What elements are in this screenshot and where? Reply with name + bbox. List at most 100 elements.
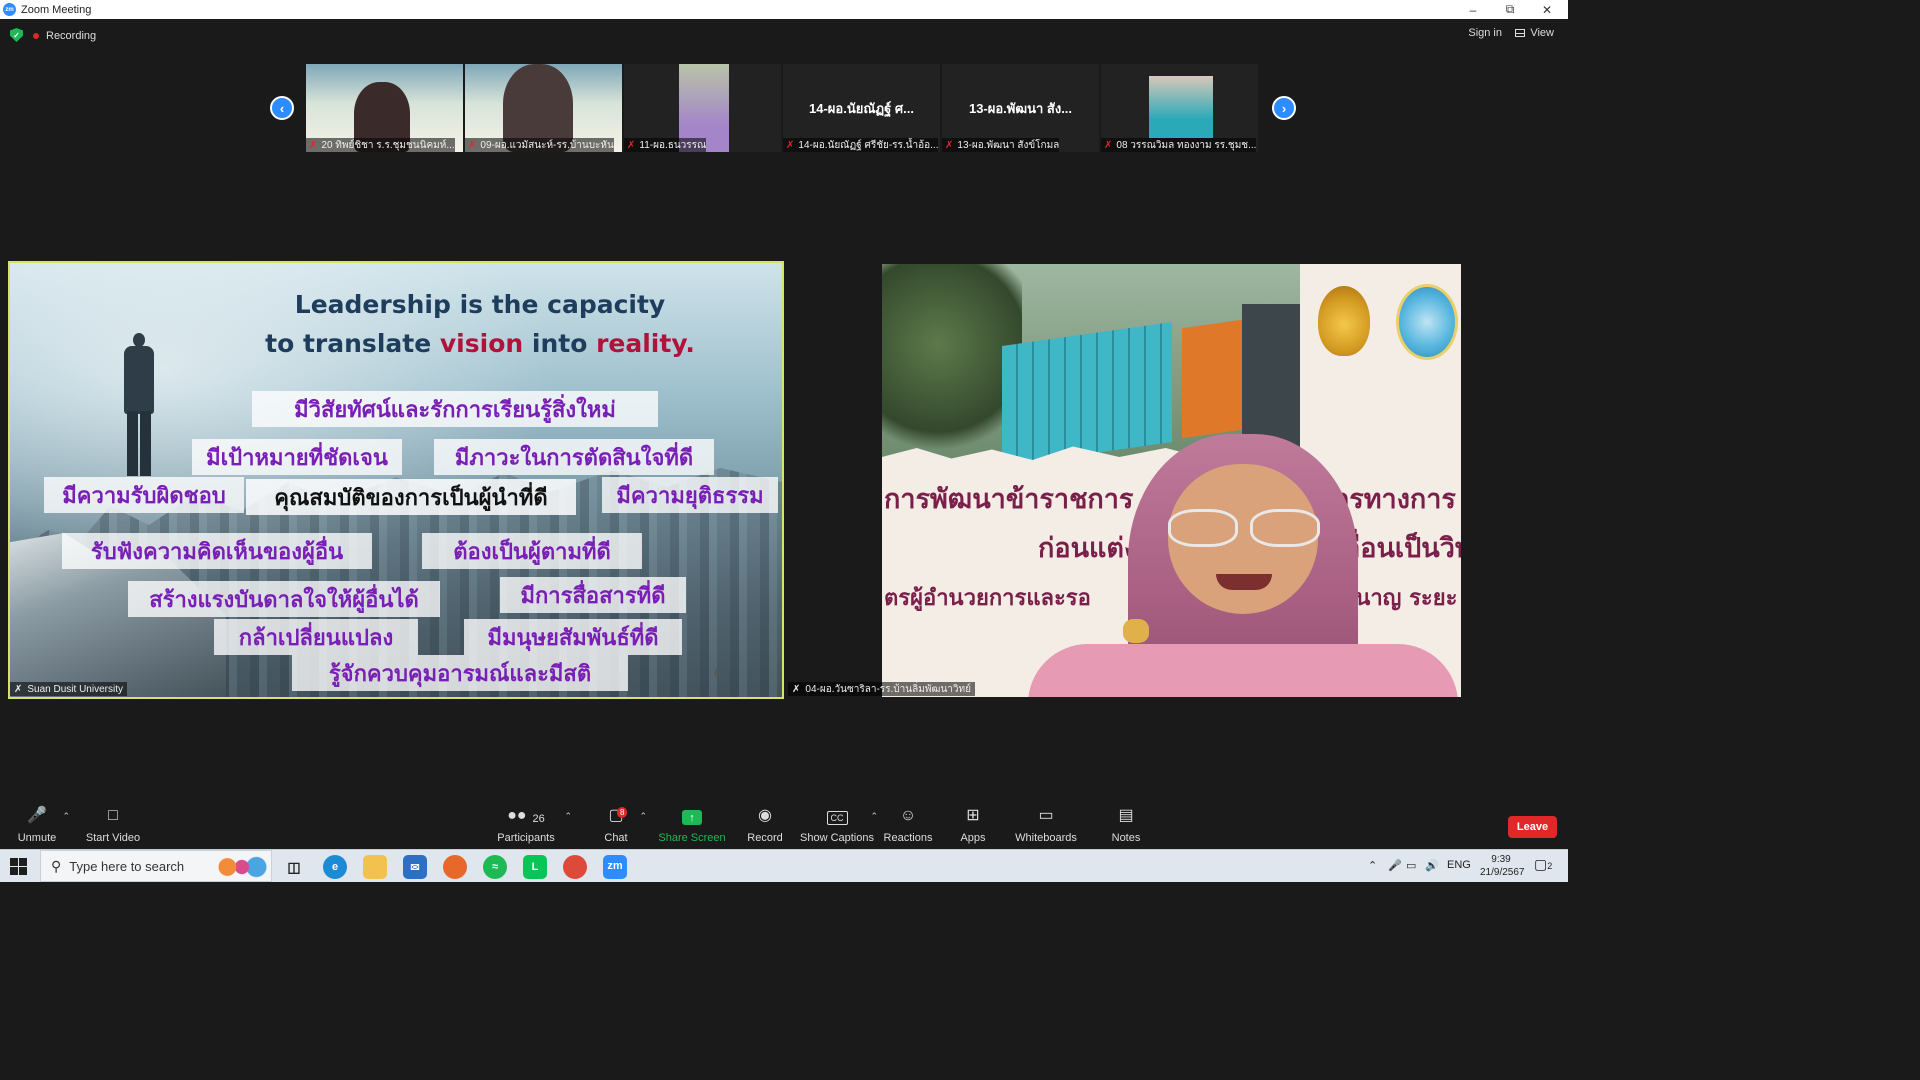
taskbar-clock[interactable]: 9:39 21/9/2567 — [1480, 853, 1525, 879]
record-button[interactable]: ◉ Record — [747, 801, 782, 849]
view-label: View — [1530, 27, 1554, 39]
share-screen-icon: ↑ — [682, 801, 702, 827]
notes-button[interactable]: ▤ Notes — [1111, 801, 1141, 849]
tray-chevron-icon[interactable]: ⌃ — [1368, 859, 1377, 872]
muted-mic-icon: ✗ — [792, 683, 801, 695]
windows-start-icon[interactable] — [10, 858, 27, 875]
sign-in-link[interactable]: Sign in — [1468, 27, 1502, 39]
trait-chip: มีเป้าหมายที่ชัดเจน — [192, 439, 402, 475]
view-button[interactable]: View — [1515, 27, 1554, 39]
chevron-up-icon[interactable]: ⌃ — [62, 811, 70, 822]
reactions-button[interactable]: ☺ Reactions — [884, 801, 933, 849]
meeting-topbar: ✓ Recording Sign in View — [0, 19, 1568, 52]
trait-chip: มีวิสัยทัศน์และรักการเรียนรู้สิ่งใหม่ — [252, 391, 658, 427]
restore-button[interactable]: ⧉ — [1492, 0, 1528, 19]
whiteboard-icon: ▭ — [1038, 807, 1054, 824]
windows-taskbar: ⚲ Type here to search ◫ e ✉ ≈ L zm ⌃ 🎤 ▭… — [0, 849, 1568, 882]
task-view-icon[interactable]: ◫ — [282, 855, 306, 879]
trait-chip: ต้องเป็นผู้ตามที่ดี — [422, 533, 642, 569]
microphone-tray-icon[interactable]: 🎤 — [1388, 859, 1402, 872]
participant-thumbnail[interactable]: ✗ 20 ทิพย์ชิชา ร.ร.ชุมชนนิคมห์... — [306, 64, 463, 152]
next-page-arrow-icon[interactable]: › — [1272, 96, 1296, 120]
clock-time: 9:39 — [1491, 854, 1511, 865]
line-app-icon[interactable]: L — [523, 855, 547, 879]
previous-page-arrow-icon[interactable]: ‹ — [270, 96, 294, 120]
school-emblem-icon — [1318, 286, 1370, 356]
muted-mic-icon: ✗ — [1104, 139, 1113, 151]
participants-button[interactable]: ●● 26 Participants ⌃ — [497, 801, 572, 849]
whiteboards-button[interactable]: ▭ Whiteboards — [1015, 801, 1077, 849]
unmute-button[interactable]: 🎤 Unmute ⌃ — [18, 801, 70, 849]
start-video-button[interactable]: □ Start Video — [86, 801, 140, 849]
muted-mic-icon: ✗ — [786, 139, 795, 151]
muted-mic-icon: 🎤 — [27, 807, 47, 824]
chevron-up-icon[interactable]: ⌃ — [870, 811, 878, 822]
view-grid-icon — [1515, 29, 1526, 37]
participant-display-name: 14-ผอ.นัยณัฏฐ์ ศ... — [809, 101, 914, 116]
recording-indicator[interactable]: Recording — [33, 27, 96, 44]
window-title: Zoom Meeting — [21, 3, 92, 16]
participant-name-tag: ✗ 13-ผอ.พัฒนา สังข์โกมล — [942, 138, 1060, 152]
muted-mic-icon: ✗ — [309, 139, 318, 151]
shared-slide-tile[interactable]: Leadership is the capacity to translate … — [8, 261, 784, 699]
muted-mic-icon: ✗ — [14, 683, 23, 695]
chevron-up-icon[interactable]: ⌃ — [639, 811, 647, 822]
chrome-icon[interactable] — [563, 855, 587, 879]
language-indicator[interactable]: ENG — [1447, 859, 1471, 871]
speaker-person-video — [1028, 434, 1458, 697]
speaker-video-tile[interactable]: การพัฒนาข้าราชการ บุคลากรทางการ ก่อนแต่ง… — [882, 264, 1461, 697]
apps-button[interactable]: ⊞ Apps — [960, 801, 986, 849]
notification-center-icon[interactable]: ▢2 — [1534, 856, 1552, 873]
participant-display-name: 13-ผอ.พัฒนา สัง... — [968, 101, 1073, 116]
participant-name-tag: ✗ 11-ผอ.ธนวรรณ — [624, 138, 707, 152]
volume-icon[interactable]: 🔊 — [1425, 859, 1439, 872]
search-highlight-doodle-icon[interactable] — [210, 855, 268, 879]
mail-icon[interactable]: ✉ — [403, 855, 427, 879]
notes-icon: ▤ — [1118, 807, 1134, 824]
edge-browser-icon[interactable]: e — [323, 855, 347, 879]
participant-name-tag: ✗ 09-ผอ.แวมัสนะห์-รร.บ้านบะหัน — [465, 138, 614, 152]
chevron-up-icon[interactable]: ⌃ — [564, 811, 572, 822]
taskbar-search-box[interactable]: ⚲ Type here to search — [40, 850, 272, 882]
window-titlebar: zm Zoom Meeting – ⧉ ✕ — [0, 0, 1568, 19]
network-icon[interactable]: ▭ — [1406, 859, 1416, 872]
participant-thumbnail[interactable]: 14-ผอ.นัยณัฏฐ์ ศ... ✗ 14-ผอ.นัยณัฏฐ์ ศรีช… — [783, 64, 940, 152]
trait-chip: รู้จักควบคุมอารมณ์และมีสติ — [292, 655, 628, 691]
spotify-icon[interactable]: ≈ — [483, 855, 507, 879]
search-icon: ⚲ — [51, 857, 62, 874]
leave-button[interactable]: Leave — [1508, 816, 1557, 838]
share-screen-button[interactable]: ↑ Share Screen — [658, 801, 726, 849]
speaker-name-label: ✗ 04-ผอ.วันซาริลา-รร.บ้านลิ่มพัฒนาวิทย์ — [788, 682, 975, 696]
slide-headline: Leadership is the capacity to translate … — [265, 290, 695, 358]
security-shield-icon[interactable]: ✓ — [10, 28, 23, 42]
zoom-taskbar-icon[interactable]: zm — [603, 855, 627, 879]
file-explorer-icon[interactable] — [363, 855, 387, 879]
trait-chip: มีความรับผิดชอบ — [44, 477, 244, 513]
participant-thumbnail[interactable]: ✗ 08 วรรณวิมล ทองงาม รร.ชุมช... — [1101, 64, 1258, 152]
participant-name-tag: ✗ 20 ทิพย์ชิชา ร.ร.ชุมชนนิคมห์... — [306, 138, 455, 152]
trait-chip: มีมนุษยสัมพันธ์ที่ดี — [464, 619, 682, 655]
close-button[interactable]: ✕ — [1529, 0, 1565, 19]
chat-button[interactable]: ▢ 8 Chat ⌃ — [603, 801, 647, 849]
participant-thumbnail-strip: ✗ 20 ทิพย์ชิชา ร.ร.ชุมชนนิคมห์... ✗ 09-ผอ.… — [306, 64, 1260, 152]
trait-chip: รับฟังความคิดเห็นของผู้อื่น — [62, 533, 372, 569]
participant-thumbnail[interactable]: 13-ผอ.พัฒนา สัง... ✗ 13-ผอ.พัฒนา สังข์โกม… — [942, 64, 1099, 152]
participant-thumbnail[interactable]: ✗ 11-ผอ.ธนวรรณ — [624, 64, 781, 152]
trait-chip: มีภาวะในการตัดสินใจที่ดี — [434, 439, 714, 475]
participants-count: 26 — [532, 813, 545, 825]
trait-chip: มีการสื่อสารที่ดี — [500, 577, 686, 613]
participant-video — [1149, 76, 1213, 138]
muted-mic-icon: ✗ — [468, 139, 477, 151]
standing-man-image — [116, 333, 162, 478]
participants-icon: ●● 26 — [507, 807, 545, 825]
trait-chip: มีความยุติธรรม — [602, 477, 778, 513]
minimize-button[interactable]: – — [1455, 0, 1491, 19]
recording-dot-icon — [33, 32, 39, 39]
firefox-icon[interactable] — [443, 855, 467, 879]
trait-chip-center: คุณสมบัติของการเป็นผู้นำที่ดี — [246, 479, 576, 515]
show-captions-button[interactable]: CC Show Captions ⌃ — [800, 801, 878, 849]
participant-thumbnail[interactable]: ✗ 09-ผอ.แวมัสนะห์-รร.บ้านบะหัน — [465, 64, 622, 152]
trait-chip: กล้าเปลี่ยนแปลง — [214, 619, 418, 655]
apps-icon: ⊞ — [966, 807, 980, 824]
clock-date: 21/9/2567 — [1480, 867, 1525, 878]
